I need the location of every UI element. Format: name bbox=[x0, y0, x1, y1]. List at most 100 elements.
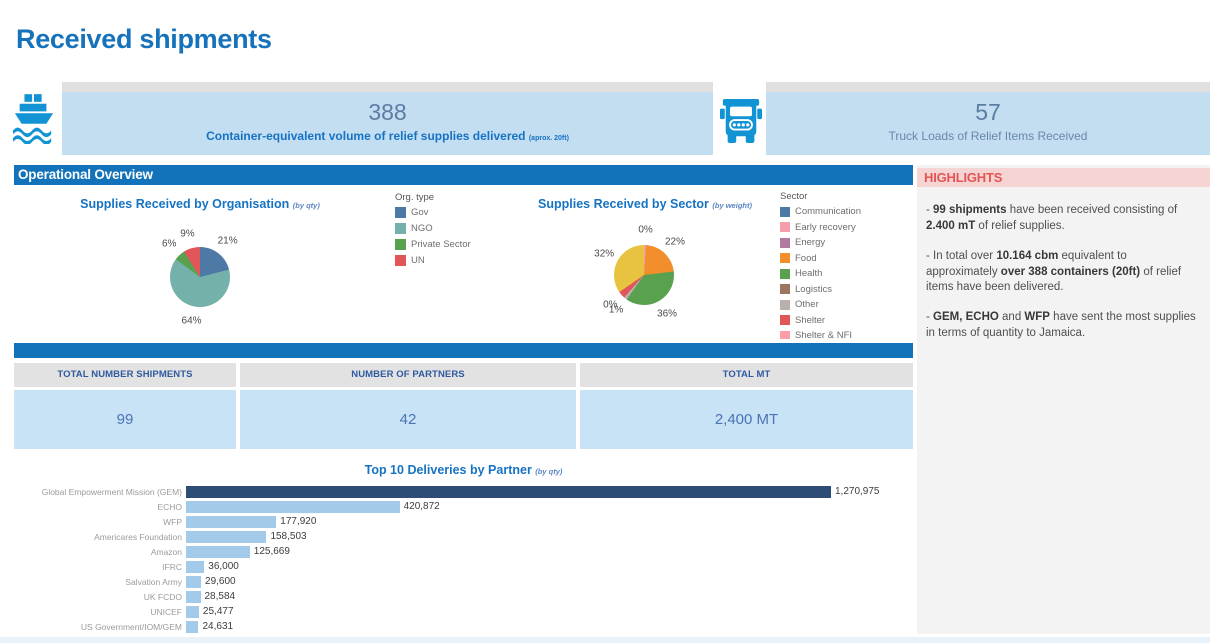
bar-value-label: 158,503 bbox=[270, 531, 306, 542]
legend-label: NGO bbox=[411, 223, 433, 234]
kpi-containers-label: Container-equivalent volume of relief su… bbox=[62, 129, 713, 143]
legend-label: Other bbox=[795, 299, 819, 310]
legend-item[interactable]: Shelter bbox=[780, 315, 910, 326]
pie-percent-label: 22% bbox=[665, 237, 685, 248]
highlight-paragraph: - In total over 10.164 cbm equivalent to… bbox=[926, 249, 1201, 297]
bar[interactable] bbox=[186, 561, 204, 573]
legend-label: Communication bbox=[795, 206, 861, 217]
legend-label: Food bbox=[795, 253, 817, 264]
legend-title: Sector bbox=[780, 191, 910, 202]
legend-item[interactable]: UN bbox=[395, 255, 471, 266]
bar-chart: Global Empowerment Mission (GEM)1,270,97… bbox=[14, 484, 913, 634]
bar-category-label: Americares Foundation bbox=[14, 532, 186, 542]
bar[interactable] bbox=[186, 531, 266, 543]
bar-category-label: UK FCDO bbox=[14, 592, 186, 602]
pie-percent-label: 32% bbox=[594, 249, 614, 260]
pie-percent-label: 9% bbox=[180, 228, 194, 239]
legend-swatch bbox=[395, 223, 406, 234]
legend-item[interactable]: NGO bbox=[395, 223, 471, 234]
pie-percent-label: 36% bbox=[657, 308, 677, 319]
pie-percent-label: 21% bbox=[218, 236, 238, 247]
legend-item[interactable]: Gov bbox=[395, 207, 471, 218]
bar[interactable] bbox=[186, 591, 201, 603]
sector-pie-wrap: 0%22%36%1%0%32% bbox=[614, 245, 674, 305]
stat-card-value[interactable]: 2,400 MT bbox=[580, 390, 913, 449]
sector-pie-title: Supplies Received by Sector (by weight) bbox=[520, 197, 770, 211]
kpi-containers-card[interactable]: 388 Container-equivalent volume of relie… bbox=[62, 92, 713, 155]
legend-item[interactable]: Other bbox=[780, 299, 910, 310]
bar[interactable] bbox=[186, 546, 250, 558]
bar-row[interactable]: ECHO420,872 bbox=[14, 499, 913, 514]
legend-swatch bbox=[780, 331, 790, 340]
bar-row[interactable]: UK FCDO28,584 bbox=[14, 589, 913, 604]
legend-label: Logistics bbox=[795, 284, 832, 295]
legend-swatch bbox=[780, 253, 790, 263]
bar-row[interactable]: WFP177,920 bbox=[14, 514, 913, 529]
legend-swatch bbox=[780, 284, 790, 294]
kpi-containers-value: 388 bbox=[62, 99, 713, 126]
highlight-paragraph: - GEM, ECHO and WFP have sent the most s… bbox=[926, 310, 1201, 342]
legend-swatch bbox=[780, 222, 790, 232]
legend-label: UN bbox=[411, 255, 425, 266]
highlights-header: HIGHLIGHTS bbox=[917, 168, 1210, 187]
legend-swatch bbox=[780, 238, 790, 248]
highlight-paragraph: - 99 shipments have been received consis… bbox=[926, 203, 1201, 235]
legend-item[interactable]: Health bbox=[780, 268, 910, 279]
bar[interactable] bbox=[186, 621, 198, 633]
legend-item[interactable]: Early recovery bbox=[780, 222, 910, 233]
bar[interactable] bbox=[186, 516, 276, 528]
divider-bar bbox=[14, 343, 913, 358]
bar-row[interactable]: UNICEF25,477 bbox=[14, 604, 913, 619]
bar[interactable] bbox=[186, 606, 199, 618]
stat-card-value[interactable]: 99 bbox=[14, 390, 236, 449]
kpi-trucks-card[interactable]: 57 Truck Loads of Relief Items Received bbox=[766, 92, 1210, 155]
stat-card-value[interactable]: 42 bbox=[240, 390, 576, 449]
bar-row[interactable]: Amazon125,669 bbox=[14, 544, 913, 559]
bar-category-label: IFRC bbox=[14, 562, 186, 572]
org-pie-chart[interactable] bbox=[170, 247, 230, 307]
sector-pie-chart[interactable] bbox=[614, 245, 674, 305]
bar-row[interactable]: IFRC 36,000 bbox=[14, 559, 913, 574]
bar[interactable] bbox=[186, 486, 831, 498]
highlights-panel: HIGHLIGHTS - 99 shipments have been rece… bbox=[917, 165, 1210, 634]
pie-percent-label: 64% bbox=[182, 316, 202, 327]
bar-category-label: US Government/IOM/GEM bbox=[14, 622, 186, 632]
bar-row[interactable]: US Government/IOM/GEM 24,631 bbox=[14, 619, 913, 634]
stat-card-header: TOTAL MT bbox=[580, 363, 913, 387]
bar[interactable] bbox=[186, 576, 201, 588]
legend-item[interactable]: Food bbox=[780, 253, 910, 264]
kpi-trucks-cap bbox=[766, 82, 1210, 92]
legend-item[interactable]: Private Sector bbox=[395, 239, 471, 250]
legend-swatch bbox=[395, 239, 406, 250]
org-pie-wrap: 21%64%6%9% bbox=[170, 247, 230, 307]
bar-value-label: 25,477 bbox=[203, 606, 234, 617]
stat-card-header: TOTAL NUMBER SHIPMENTS bbox=[14, 363, 236, 387]
bar[interactable] bbox=[186, 501, 400, 513]
bar-chart-title: Top 10 Deliveries by Partner (by qty) bbox=[14, 463, 913, 477]
bar-row[interactable]: Salvation Army 29,600 bbox=[14, 574, 913, 589]
legend-label: Health bbox=[795, 268, 822, 279]
section-header-operational-overview: Operational Overview bbox=[14, 165, 913, 185]
bar-value-label: 420,872 bbox=[404, 501, 440, 512]
page-title: Received shipments bbox=[16, 24, 272, 55]
bottom-strip bbox=[0, 637, 1210, 643]
legend-title: Org. type bbox=[395, 192, 471, 203]
legend-item[interactable]: Energy bbox=[780, 237, 910, 248]
bar-category-label: Salvation Army bbox=[14, 577, 186, 587]
legend-item[interactable]: Communication bbox=[780, 206, 910, 217]
kpi-containers-cap bbox=[62, 82, 713, 92]
legend-item[interactable]: Logistics bbox=[780, 284, 910, 295]
legend-item[interactable]: Shelter & NFI bbox=[780, 330, 910, 339]
bar-value-label: 36,000 bbox=[208, 561, 239, 572]
bar-value-label: 29,600 bbox=[205, 576, 236, 587]
bar-value-label: 177,920 bbox=[280, 516, 316, 527]
bar-value-label: 24,631 bbox=[202, 621, 233, 632]
bar-row[interactable]: Global Empowerment Mission (GEM)1,270,97… bbox=[14, 484, 913, 499]
legend-swatch bbox=[780, 269, 790, 279]
stat-card: TOTAL MT 2,400 MT bbox=[580, 363, 913, 449]
legend-swatch bbox=[395, 255, 406, 266]
sector-pie-legend: Sector Communication Early recovery Energy F… bbox=[780, 191, 910, 339]
bar-value-label: 125,669 bbox=[254, 546, 290, 557]
bar-row[interactable]: Americares Foundation 158,503 bbox=[14, 529, 913, 544]
bar-value-label: 1,270,975 bbox=[835, 486, 880, 497]
